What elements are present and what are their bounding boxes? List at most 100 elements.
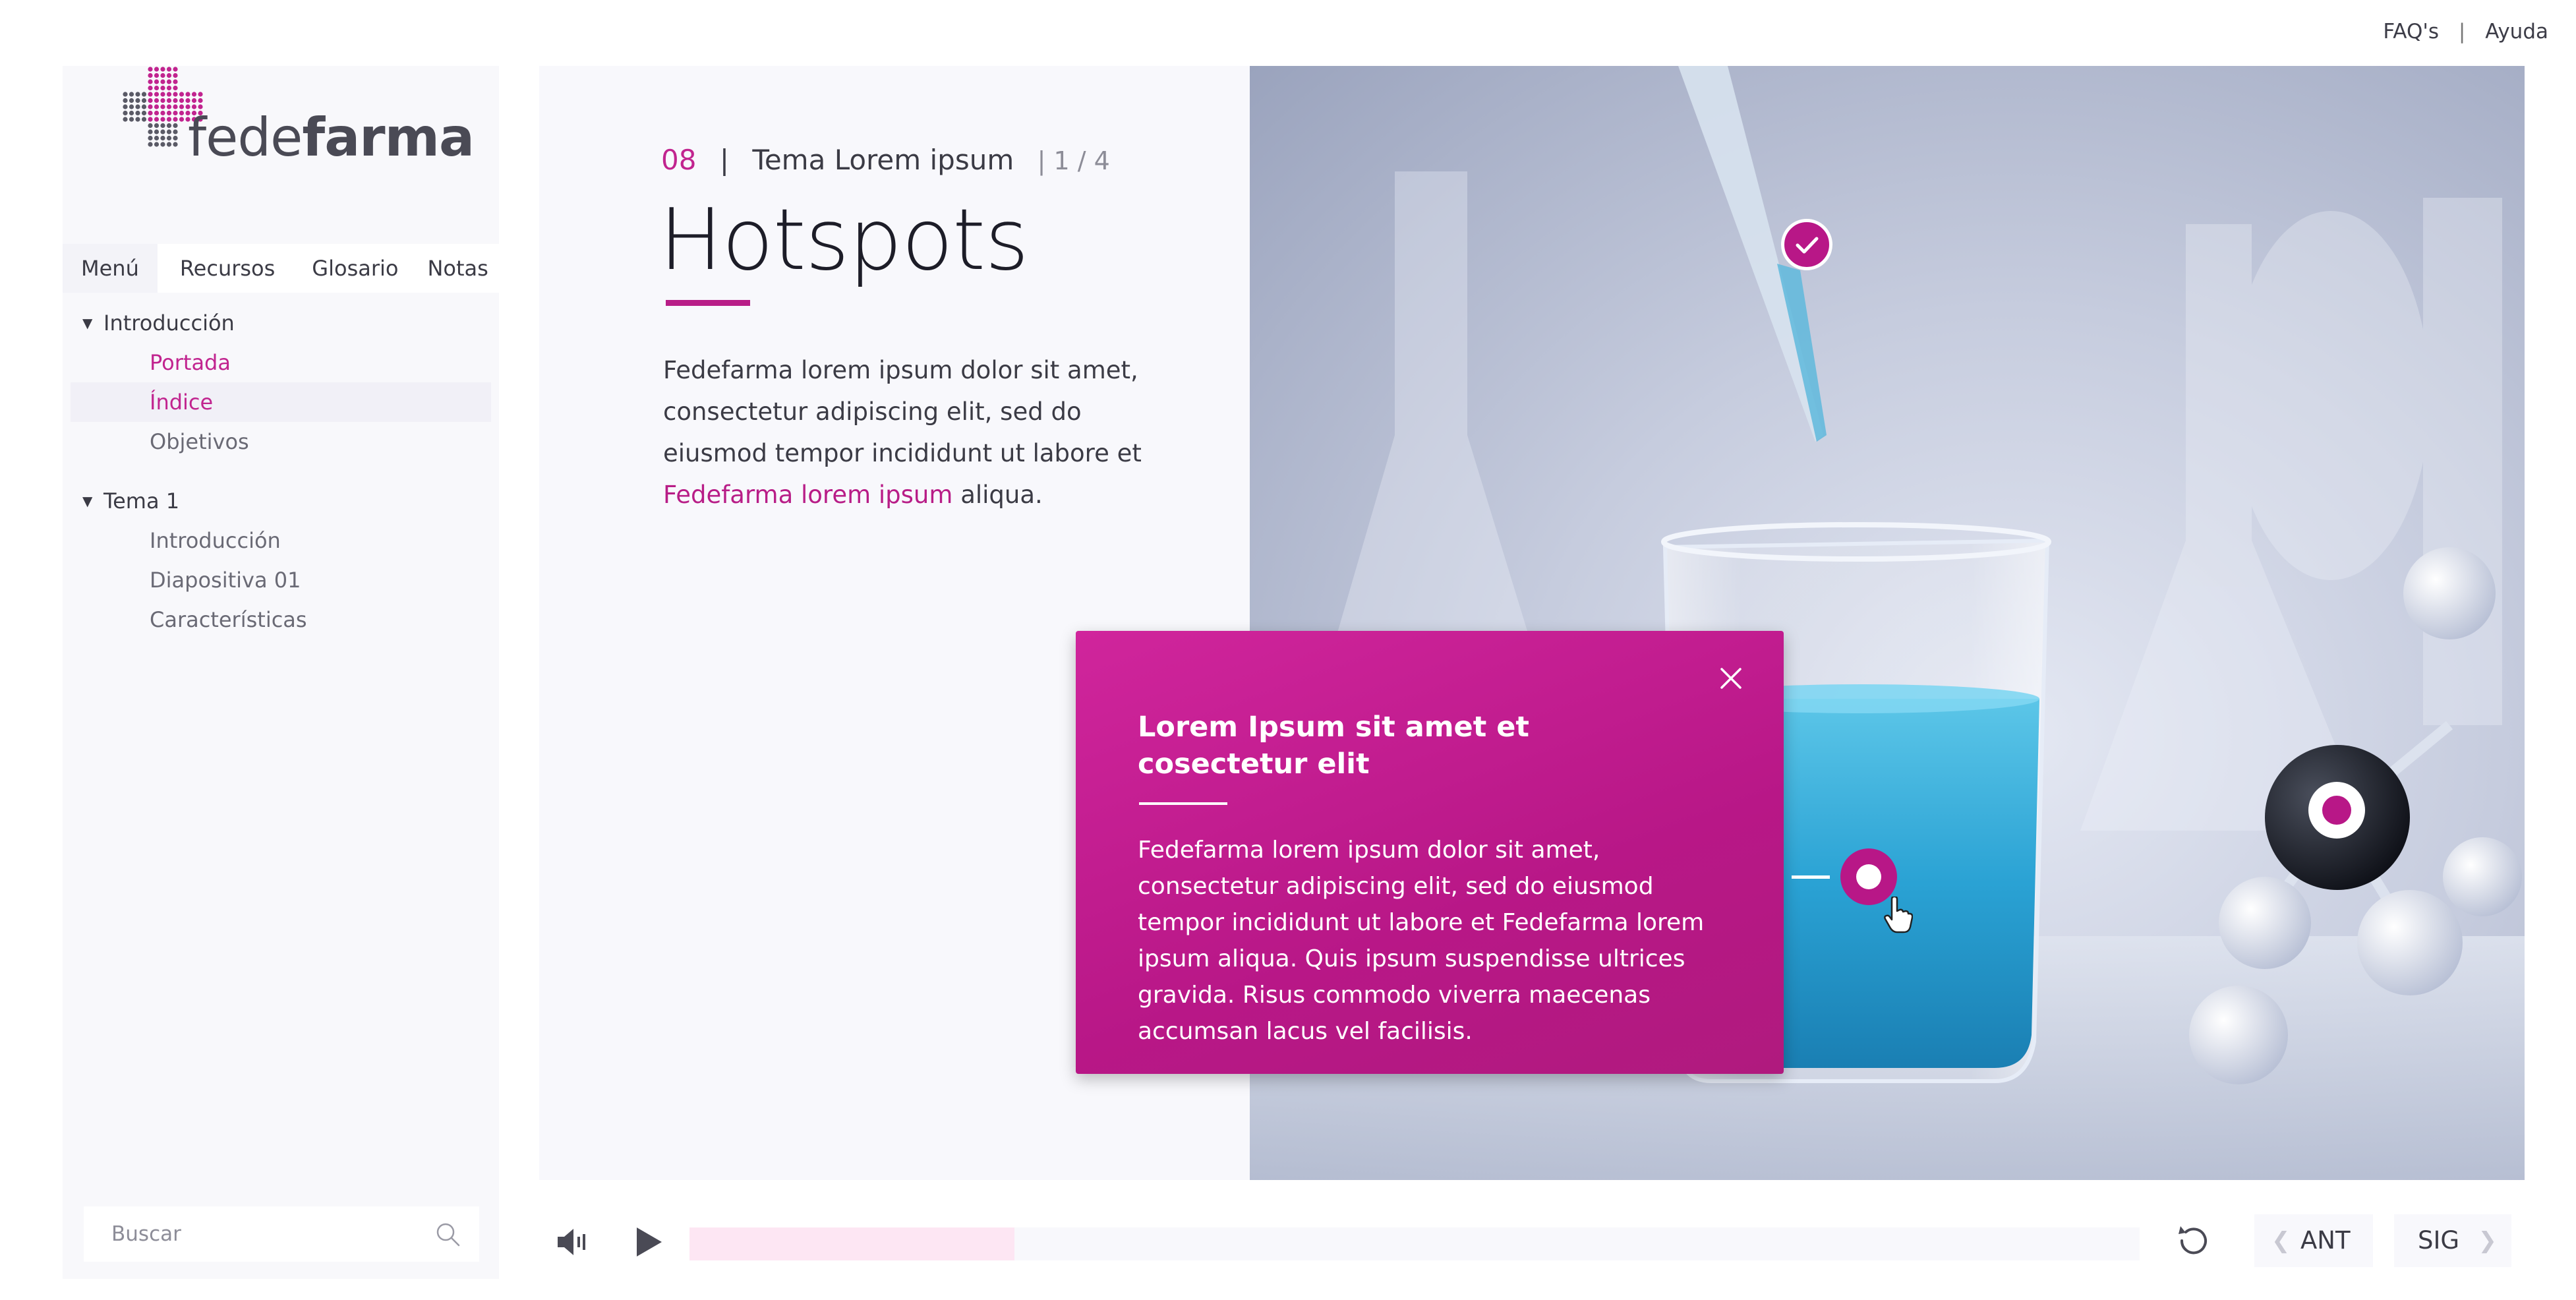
menu-group-label: Tema 1 [103,488,180,514]
logo-dot [191,92,197,97]
caret-down-icon: ▼ [82,493,93,509]
menu-group-label: Introducción [103,310,235,336]
logo-dot [160,67,165,72]
logo-dot [154,123,160,129]
logo-dot [154,92,160,97]
menu-group-introduccion[interactable]: ▼ Introducción [63,303,499,343]
logo-dot [135,110,140,116]
logo-dot [154,67,160,72]
tab-menu[interactable]: Menú [63,244,158,293]
hotspot-molecule[interactable] [2308,782,2365,839]
logo-dot [129,117,134,122]
play-icon[interactable] [631,1224,666,1260]
search-input[interactable] [84,1206,400,1262]
logo-dot [160,110,165,116]
logo-dot [135,98,140,103]
logo-dot [160,104,165,109]
progress-fill [689,1227,1014,1260]
logo-dot [141,98,147,103]
breadcrumb-separator: | [719,144,729,176]
sidebar: fedefarma Menú Recursos Glosario Notas ▼… [63,66,499,1279]
logo-dot [148,129,153,134]
logo-dot [198,98,203,103]
logo-dot [148,123,153,129]
logo-dot [141,92,147,97]
logo-dot [148,117,153,122]
logo-dot [129,110,134,116]
logo-dot [129,92,134,97]
logo-dot [123,104,128,109]
popup-divider [1139,802,1227,805]
logo-dot [173,98,178,103]
logo-dot [148,98,153,103]
logo-dot [173,85,178,91]
logo-dot [154,110,160,116]
logo-dot [166,73,172,78]
logo-dot [166,123,172,129]
logo-dot [166,92,172,97]
body-text-highlight-link[interactable]: Fedefarma lorem ipsum [663,481,952,509]
close-icon[interactable] [1718,665,1744,692]
popup-title: Lorem Ipsum sit amet et cosectetur elit [1138,711,1529,781]
tab-notes[interactable]: Notas [413,244,502,293]
logo-dot [191,98,197,103]
logo-dot [160,85,165,91]
logo-dot [166,98,172,103]
menu-group-tema-1[interactable]: ▼ Tema 1 [63,481,499,521]
logo-dot [173,67,178,72]
body-text-end: aliqua. [952,481,1043,509]
top-links: FAQ's | Ayuda [2383,20,2548,44]
chevron-left-icon: ❮ [2271,1227,2291,1254]
logo-dot [141,104,147,109]
search-box [84,1206,479,1262]
logo-dot [173,110,178,116]
menu-gap [63,461,499,481]
slide-body-text: Fedefarma lorem ipsum dolor sit amet, co… [663,349,1184,516]
logo-dot [160,117,165,122]
logo-dot [148,85,153,91]
previous-button[interactable]: ❮ ANT [2254,1214,2373,1267]
next-button[interactable]: SIG ❯ [2394,1214,2511,1267]
menu-item-portada[interactable]: Portada [63,343,499,382]
logo-dot [123,110,128,116]
logo-dot [185,98,190,103]
logo-dot [179,98,185,103]
logo-dot [166,129,172,134]
logo-dot [135,104,140,109]
reload-icon[interactable] [2173,1220,2215,1262]
logo-dot [154,135,160,141]
menu-item-introduccion[interactable]: Introducción [63,521,499,560]
menu-item-indice[interactable]: Índice [71,382,491,422]
menu-item-caracteristicas[interactable]: Características [63,600,499,639]
hand-cursor-icon [1884,897,1913,933]
tab-resources[interactable]: Recursos [165,244,289,293]
logo-dot [185,92,190,97]
logo-dot [154,142,160,147]
logo-dot [154,129,160,134]
logo-dot [154,104,160,109]
search-icon[interactable] [434,1221,461,1247]
volume-icon[interactable] [554,1225,591,1259]
hotspot-pipette-visited[interactable] [1781,219,1832,270]
popup-text: Fedefarma lorem ipsum dolor sit amet, co… [1138,837,1705,1045]
logo-dot [173,92,178,97]
logo-dot [123,98,128,103]
logo-dot [173,123,178,129]
menu-item-objetivos[interactable]: Objetivos [63,422,499,461]
logo-dot [123,92,128,97]
help-link[interactable]: Ayuda [2485,20,2548,44]
logo-dot [179,110,185,116]
logo-dot [173,73,178,78]
caret-down-icon: ▼ [82,315,93,331]
progress-bar[interactable] [689,1227,2140,1260]
logo-dot [166,104,172,109]
menu-item-diapositiva-01[interactable]: Diapositiva 01 [63,560,499,600]
checkmark-icon [1796,237,1819,254]
previous-label: ANT [2300,1226,2351,1255]
slide-page-counter: | 1 / 4 [1037,146,1110,175]
faq-link[interactable]: FAQ's [2383,20,2439,44]
tab-glossary[interactable]: Glosario [297,244,413,293]
logo-dot [179,117,185,122]
logo-dot [173,142,178,147]
logo-dot [173,104,178,109]
